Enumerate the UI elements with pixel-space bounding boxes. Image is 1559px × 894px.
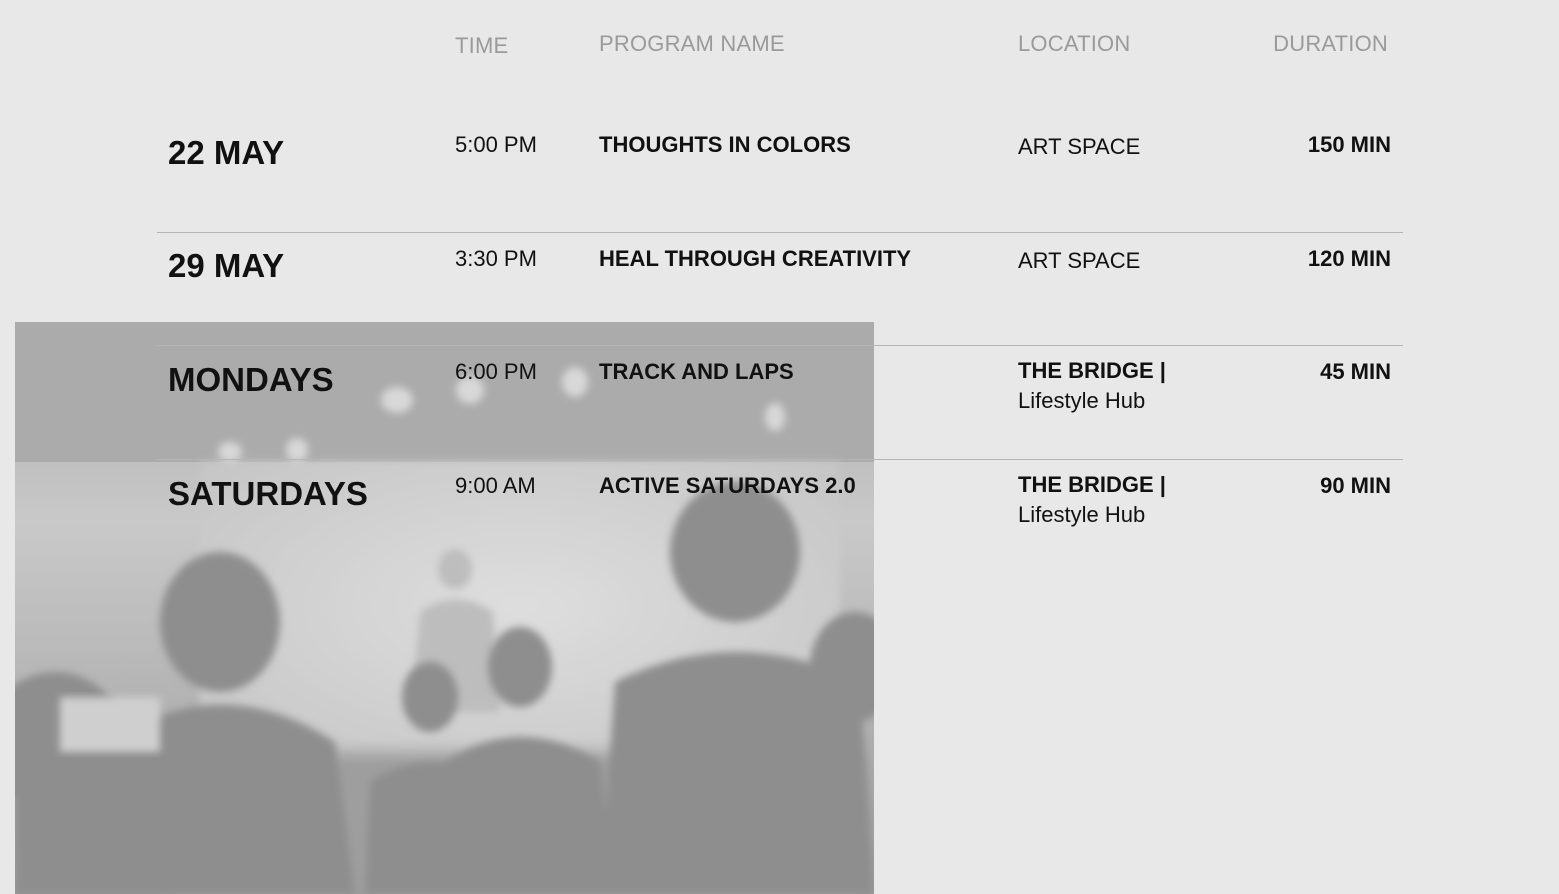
event-time: 3:30 PM — [455, 246, 537, 271]
program-name: ACTIVE SATURDAYS 2.0 — [599, 473, 856, 498]
event-time: 6:00 PM — [455, 359, 537, 384]
program-name: TRACK AND LAPS — [599, 359, 794, 384]
event-time: 9:00 AM — [455, 473, 536, 498]
event-location: THE BRIDGE | Lifestyle Hub — [1018, 356, 1166, 416]
event-location: ART SPACE — [1018, 132, 1140, 162]
column-header-location: LOCATION — [1018, 31, 1131, 56]
event-duration: 90 MIN — [1320, 473, 1391, 498]
location-name: THE BRIDGE | — [1018, 472, 1166, 497]
column-header-time: TIME — [455, 33, 509, 58]
event-date: 29 MAY — [168, 247, 285, 284]
column-header-program-name: PROGRAM NAME — [599, 31, 785, 56]
event-location: ART SPACE — [1018, 246, 1140, 276]
program-name: HEAL THROUGH CREATIVITY — [599, 246, 912, 271]
event-duration: 150 MIN — [1307, 132, 1391, 157]
location-name: ART SPACE — [1018, 248, 1141, 273]
event-duration: 120 MIN — [1307, 246, 1391, 271]
location-subtitle: Lifestyle Hub — [1018, 502, 1146, 527]
schedule-row: MONDAYS 6:00 PM TRACK AND LAPS THE BRIDG… — [157, 345, 1403, 460]
location-name: ART SPACE — [1018, 134, 1141, 159]
event-duration: 45 MIN — [1320, 359, 1391, 384]
column-header-duration: DURATION — [1273, 31, 1388, 56]
schedule-row: SATURDAYS 9:00 AM ACTIVE SATURDAYS 2.0 T… — [157, 459, 1403, 574]
event-date: SATURDAYS — [168, 475, 368, 512]
event-location: THE BRIDGE | Lifestyle Hub — [1018, 470, 1166, 530]
schedule-row: 22 MAY 5:00 PM THOUGHTS IN COLORS ART SP… — [157, 90, 1403, 204]
location-subtitle: Lifestyle Hub — [1018, 388, 1146, 413]
location-name: THE BRIDGE | — [1018, 358, 1166, 383]
event-date: 22 MAY — [168, 134, 285, 171]
event-time: 5:00 PM — [455, 132, 537, 157]
program-name: THOUGHTS IN COLORS — [599, 132, 851, 157]
schedule-row: 29 MAY 3:30 PM HEAL THROUGH CREATIVITY A… — [157, 232, 1403, 347]
event-date: MONDAYS — [168, 361, 334, 398]
